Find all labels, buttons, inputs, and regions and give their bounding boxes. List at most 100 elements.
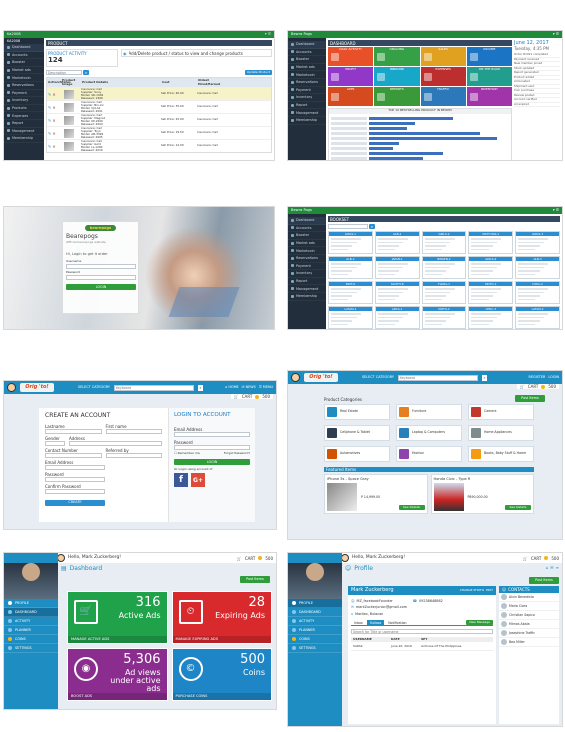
stat-tile[interactable]: INBOUND bbox=[374, 67, 420, 86]
sidebar-item[interactable]: PLANNER bbox=[4, 626, 58, 635]
sidebar-item[interactable]: Accounts bbox=[288, 225, 326, 233]
new-message-button[interactable]: New Message bbox=[466, 620, 493, 626]
stat-tile[interactable]: DAILY ACTIVITY bbox=[328, 47, 374, 66]
edit-icon[interactable]: ✎ bbox=[48, 105, 51, 110]
address-input[interactable] bbox=[69, 440, 162, 446]
login-button[interactable]: LOGIN bbox=[174, 458, 250, 465]
sidebar-item[interactable]: ACTIVITY bbox=[4, 617, 58, 626]
cart-label[interactable]: CART bbox=[531, 556, 541, 561]
sidebar-item[interactable]: DASHBOARD bbox=[4, 608, 58, 617]
confirm-input[interactable] bbox=[45, 488, 105, 494]
edit-icon[interactable]: ✎ bbox=[48, 131, 51, 136]
remember-checkbox[interactable]: ☐ Remember me bbox=[174, 451, 200, 456]
cart-icon[interactable]: 🛒 bbox=[523, 556, 528, 561]
category-tile[interactable]: Real Estate bbox=[324, 404, 390, 420]
sidebar-item[interactable]: PLANNER bbox=[288, 626, 342, 635]
stat-tile[interactable]: SALES bbox=[420, 47, 466, 66]
table-row[interactable]: ✎ ✕ Insurance: Carl Supplier: Toyo Model: AB… bbox=[47, 126, 271, 139]
delete-icon[interactable]: ✕ bbox=[52, 131, 55, 136]
category-tile[interactable]: Home Appliances bbox=[468, 425, 534, 441]
booking-card[interactable]: ARCA-1 bbox=[374, 306, 420, 329]
sidebar-item[interactable]: Reservations bbox=[4, 82, 44, 90]
search-input[interactable]: Keyboard bbox=[114, 384, 194, 391]
delete-icon[interactable]: ✕ bbox=[52, 92, 55, 97]
sidebar-item[interactable]: PROFILE bbox=[288, 599, 342, 608]
search-icon[interactable]: ⌕ bbox=[198, 384, 203, 391]
category-tile[interactable]: Furniture bbox=[396, 404, 462, 420]
category-tile[interactable]: Automotives bbox=[324, 446, 390, 462]
delete-icon[interactable]: ✕ bbox=[52, 105, 55, 110]
sidebar-item[interactable]: Products bbox=[4, 105, 44, 113]
stat-tile[interactable]: ⏲ 28 Expiring Ads MANAGE EXPIRING ADS bbox=[171, 591, 272, 644]
booking-card[interactable]: BIRKEN-2 bbox=[421, 256, 467, 279]
change-photo-link[interactable]: CHANGE PHOTO bbox=[460, 588, 484, 592]
create-button[interactable]: CREATE bbox=[45, 499, 105, 506]
booking-card[interactable]: LATAM-1 bbox=[328, 306, 373, 329]
login-button[interactable]: LOGIN bbox=[66, 283, 136, 290]
sidebar-item[interactable]: Inventory bbox=[4, 97, 44, 105]
booking-card[interactable]: LATAM-2 bbox=[515, 306, 560, 329]
nav-link[interactable]: ✉ NEWS bbox=[242, 385, 256, 389]
sidebar-item[interactable]: Dashboard bbox=[4, 44, 44, 52]
list-icon[interactable]: ≡ bbox=[556, 565, 559, 570]
booking-card[interactable]: GIRLS-3 bbox=[515, 231, 560, 254]
stat-tile[interactable]: ◉ 5,306 Ad views under active ads BOOST ADS bbox=[67, 648, 168, 701]
search-input[interactable]: Description bbox=[46, 70, 82, 75]
stat-tile[interactable]: EXPENSES bbox=[420, 67, 466, 86]
sidebar-item[interactable]: Membership bbox=[4, 135, 44, 143]
sidebar-item[interactable]: Management bbox=[4, 128, 44, 136]
google-plus-icon[interactable]: G+ bbox=[191, 473, 205, 488]
add-product-button[interactable]: Update Product bbox=[244, 70, 272, 75]
category-tile[interactable]: Camera bbox=[468, 404, 534, 420]
password-input[interactable] bbox=[45, 476, 105, 482]
password-input[interactable] bbox=[66, 274, 136, 280]
sidebar-item[interactable]: Market ads bbox=[288, 240, 326, 248]
booking-card[interactable]: MATT-HAS-1 bbox=[468, 231, 514, 254]
message-search-input[interactable]: Search for Title or username bbox=[351, 629, 493, 635]
tab-outbox[interactable]: Outbox bbox=[366, 619, 385, 626]
booking-card[interactable]: LYRIC-3 bbox=[468, 306, 514, 329]
search-icon[interactable]: ⌕ bbox=[369, 224, 375, 229]
sidebar-item[interactable]: Report bbox=[288, 102, 326, 110]
tile-footer[interactable]: MANAGE ACTIVE ADS bbox=[68, 636, 167, 643]
edit-icon[interactable]: ✎ bbox=[48, 144, 51, 149]
stat-tile[interactable]: TRAFFIC bbox=[420, 87, 466, 106]
table-row[interactable]: ✎ ✕ Insurance: Carl Supplier: Magnet Model: … bbox=[47, 113, 271, 126]
username-input[interactable] bbox=[66, 263, 136, 269]
cart-label[interactable]: CART bbox=[242, 394, 252, 399]
tile-footer[interactable]: MANAGE EXPIRING ADS bbox=[172, 636, 271, 643]
sidebar-item[interactable]: Membership bbox=[288, 117, 326, 125]
login-link[interactable]: LOGIN bbox=[548, 375, 559, 379]
contact-input[interactable] bbox=[45, 452, 102, 458]
tab-notification[interactable]: Notification bbox=[385, 620, 409, 626]
sidebar-item[interactable]: Dashboard bbox=[288, 41, 326, 49]
booking-card[interactable]: MOTO-1 bbox=[468, 281, 514, 304]
register-link[interactable]: REGISTER bbox=[529, 375, 546, 379]
contact-item[interactable]: Alvin Benedicto bbox=[499, 593, 559, 602]
table-row[interactable]: ✎ ✕ Insurance: Carl Supplier: Bio-Inc Model:… bbox=[47, 100, 271, 113]
firstname-input[interactable] bbox=[105, 428, 162, 434]
sidebar-item[interactable]: COINS bbox=[288, 635, 342, 644]
featured-item[interactable]: iPhone 5s - Space Gray P 14,999.00 See Det… bbox=[324, 474, 428, 514]
sidebar-item[interactable]: Management bbox=[288, 109, 326, 117]
category-tile[interactable]: Books, Baby Stuff & Home bbox=[468, 446, 534, 462]
stat-tile[interactable]: ON THE ROAD bbox=[466, 67, 512, 86]
stat-tile[interactable]: PROFIT bbox=[328, 67, 374, 86]
sidebar-item[interactable]: Payment bbox=[288, 263, 326, 271]
search-icon[interactable]: ⌕ bbox=[482, 374, 487, 381]
sidebar-item[interactable]: Marketcoin bbox=[288, 71, 326, 79]
post-items-button[interactable]: Post Items bbox=[529, 577, 559, 584]
cart-icon[interactable]: 🛒 bbox=[234, 394, 239, 399]
login-password-input[interactable] bbox=[174, 444, 250, 450]
booking-card[interactable]: LYRIC-2 bbox=[515, 281, 560, 304]
contact-item[interactable]: Bea Miller bbox=[499, 638, 559, 647]
booking-card[interactable]: ALB-3 bbox=[515, 256, 560, 279]
tile-footer[interactable]: BOOST ADS bbox=[68, 693, 167, 700]
sidebar-item[interactable]: Inventory bbox=[288, 94, 326, 102]
tile-footer[interactable]: PURCHASE COINS bbox=[172, 693, 271, 700]
stat-tile[interactable]: REPORTS bbox=[374, 87, 420, 106]
sidebar-item[interactable]: ACTIVITY bbox=[288, 617, 342, 626]
sidebar-item[interactable]: COINS bbox=[4, 635, 58, 644]
contact-item[interactable]: Maria Clara bbox=[499, 602, 559, 611]
stat-tile[interactable]: APPS bbox=[328, 87, 374, 106]
